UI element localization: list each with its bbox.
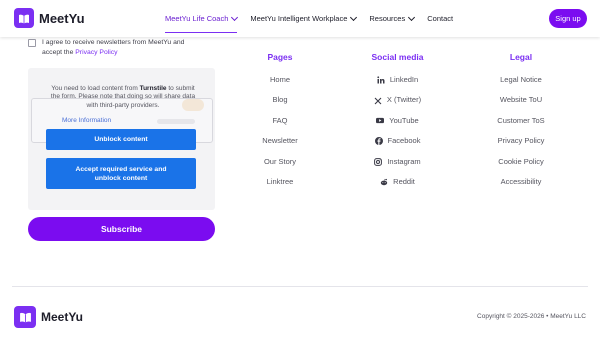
nav-item-label: Resources <box>369 14 406 23</box>
footer-column-title: Social media <box>371 52 424 62</box>
footer-link-label: LinkedIn <box>389 75 419 84</box>
privacy-policy-link[interactable]: Privacy Policy <box>75 49 117 56</box>
nav-item-life-coach[interactable]: MeetYu Life Coach <box>165 0 239 37</box>
footer-link-linktree[interactable]: Linktree <box>240 172 320 192</box>
main-nav: MeetYu Life Coach MeetYu Intelligent Wor… <box>165 0 466 37</box>
chevron-down-icon <box>408 13 416 21</box>
footer-link-label: Instagram <box>387 156 421 166</box>
footer-link-label: Facebook <box>387 136 421 146</box>
unblock-content-button[interactable]: Unblock content <box>46 129 196 150</box>
reddit-icon <box>380 178 388 186</box>
nav-item-resources[interactable]: Resources <box>369 0 416 37</box>
brand-name: MeetYu <box>39 10 85 26</box>
copyright-text: Copyright © 2025-2026 • MeetYu LLC <box>477 313 586 320</box>
footer-link-cookie-policy[interactable]: Cookie Policy <box>481 152 561 172</box>
blurred-widget-decoration <box>157 119 195 124</box>
footer-logo[interactable]: MeetYu <box>14 306 83 328</box>
footer-pages-column: Pages Home Blog FAQ Newsletter Our Story… <box>240 51 320 192</box>
x-icon <box>374 97 382 105</box>
footer-link-instagram[interactable]: Instagram <box>355 152 440 172</box>
footer-divider <box>12 286 588 287</box>
facebook-icon <box>374 137 383 146</box>
signup-button[interactable]: Sign up <box>549 9 587 28</box>
footer-link-website-tou[interactable]: Website ToU <box>481 90 561 110</box>
footer-link-facebook[interactable]: Facebook <box>355 131 440 151</box>
subscribe-button[interactable]: Subscribe <box>28 217 215 241</box>
footer-column-title: Pages <box>267 52 293 62</box>
accept-service-button[interactable]: Accept required service and unblock cont… <box>46 158 196 189</box>
footer-link-reddit[interactable]: Reddit <box>355 172 440 192</box>
footer-link-faq[interactable]: FAQ <box>240 111 320 131</box>
footer-link-label: X (Twitter) <box>386 95 422 105</box>
consent-checkbox[interactable] <box>28 39 36 47</box>
youtube-icon <box>376 117 385 125</box>
footer-column-title: Legal <box>509 52 533 62</box>
header-logo[interactable]: MeetYu <box>14 8 85 28</box>
footer-link-label: YouTube <box>389 115 419 125</box>
footer-link-blog[interactable]: Blog <box>240 90 320 110</box>
footer-link-label: Reddit <box>393 176 415 186</box>
nav-item-intelligent-workplace[interactable]: MeetYu Intelligent Workplace <box>250 0 358 37</box>
footer-link-customer-tos[interactable]: Customer ToS <box>481 111 561 131</box>
chevron-down-icon <box>350 13 358 21</box>
turnstile-message-prefix: You need to load content from <box>51 85 138 92</box>
chevron-down-icon <box>231 13 239 21</box>
blurred-widget-decoration <box>182 99 204 111</box>
footer-link-youtube[interactable]: YouTube <box>355 111 440 131</box>
site-header: MeetYu MeetYu Life Coach MeetYu Intellig… <box>0 0 600 37</box>
footer-legal-column: Legal Legal Notice Website ToU Customer … <box>481 51 561 192</box>
footer-link-linkedin[interactable]: LinkedIn <box>355 70 440 90</box>
footer-link-x-twitter[interactable]: X (Twitter) <box>355 90 440 110</box>
nav-item-contact[interactable]: Contact <box>427 0 453 37</box>
newsletter-consent: I agree to receive newsletters from Meet… <box>28 38 228 58</box>
footer-link-accessibility[interactable]: Accessibility <box>481 172 561 192</box>
footer-link-home[interactable]: Home <box>240 70 320 90</box>
book-logo-icon <box>14 306 36 328</box>
nav-item-label: Contact <box>427 14 454 23</box>
more-information-link[interactable]: More Information <box>62 117 111 124</box>
footer-link-legal-notice[interactable]: Legal Notice <box>481 70 561 90</box>
consent-label: I agree to receive newsletters from Meet… <box>42 38 202 58</box>
instagram-icon <box>374 157 383 166</box>
nav-item-label: MeetYu Life Coach <box>165 14 229 23</box>
book-logo-icon <box>14 8 34 28</box>
linkedin-icon <box>377 76 385 84</box>
footer-social-column: Social media LinkedIn X (Twitter) YouTub… <box>355 51 440 192</box>
nav-item-label: MeetYu Intelligent Workplace <box>250 14 348 23</box>
turnstile-message: You need to load content from Turnstile … <box>48 85 198 110</box>
footer-link-privacy-policy[interactable]: Privacy Policy <box>481 131 561 151</box>
turnstile-provider: Turnstile <box>139 85 167 92</box>
footer-link-newsletter[interactable]: Newsletter <box>240 131 320 151</box>
brand-name: MeetYu <box>41 310 84 324</box>
footer-link-our-story[interactable]: Our Story <box>240 152 320 172</box>
